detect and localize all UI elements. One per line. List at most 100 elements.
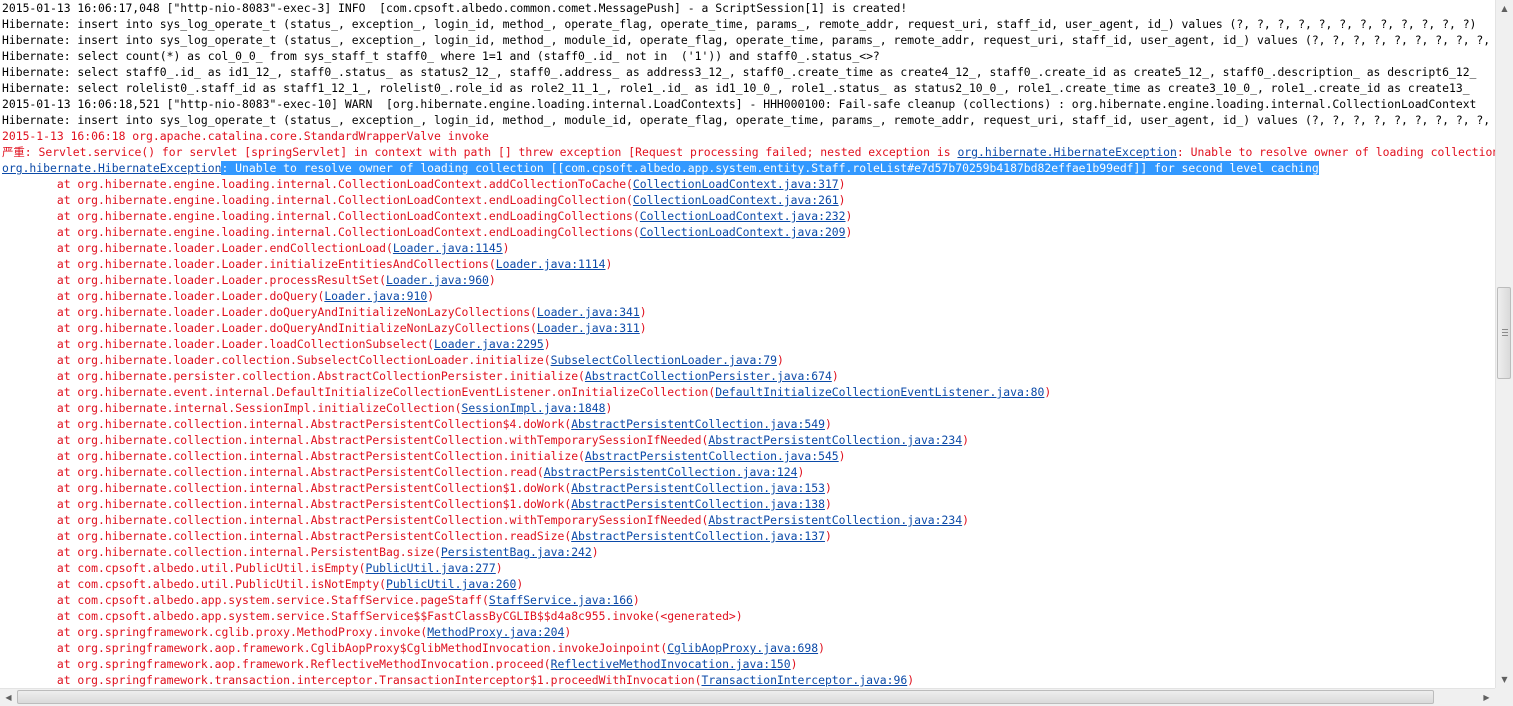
- source-link[interactable]: PublicUtil.java:260: [386, 577, 516, 591]
- log-text: ): [776, 353, 784, 367]
- source-link[interactable]: Loader.java:910: [324, 289, 427, 303]
- log-text: 严重: Servlet.service() for servlet [sprin…: [2, 145, 958, 159]
- log-text: ): [824, 481, 832, 495]
- log-text: ): [845, 209, 853, 223]
- source-link[interactable]: TransactionInterceptor.java:96: [702, 673, 908, 687]
- source-link[interactable]: AbstractPersistentCollection.java:234: [708, 513, 962, 527]
- log-text: at org.hibernate.loader.Loader.initializ…: [2, 257, 496, 271]
- source-link[interactable]: AbstractPersistentCollection.java:137: [571, 529, 825, 543]
- source-link[interactable]: DefaultInitializeCollectionEventListener…: [715, 385, 1044, 399]
- log-text: ): [639, 321, 647, 335]
- source-link[interactable]: AbstractPersistentCollection.java:124: [544, 465, 798, 479]
- log-text: ): [824, 497, 832, 511]
- source-link[interactable]: Loader.java:1145: [393, 241, 503, 255]
- log-text: ): [907, 673, 915, 687]
- log-line: 2015-1-13 16:06:18 org.apache.catalina.c…: [2, 128, 1495, 144]
- log-text: at org.hibernate.collection.internal.Abs…: [2, 465, 544, 479]
- stack-trace-line: at org.hibernate.loader.Loader.doQueryAn…: [2, 320, 1495, 336]
- log-line: 严重: Servlet.service() for servlet [sprin…: [2, 144, 1495, 160]
- log-text: at org.hibernate.collection.internal.Abs…: [2, 529, 572, 543]
- stack-trace-line: at com.cpsoft.albedo.util.PublicUtil.isE…: [2, 560, 1495, 576]
- log-text: at org.hibernate.engine.loading.internal…: [2, 209, 640, 223]
- console-output[interactable]: 2015-01-13 16:06:17,048 ["http-nio-8083"…: [0, 0, 1495, 688]
- source-link[interactable]: Loader.java:960: [386, 273, 489, 287]
- log-text: ): [838, 193, 846, 207]
- source-link[interactable]: AbstractPersistentCollection.java:153: [571, 481, 825, 495]
- log-text: at org.springframework.transaction.inter…: [2, 673, 702, 687]
- source-link[interactable]: AbstractPersistentCollection.java:234: [708, 433, 962, 447]
- arrow-right-icon[interactable]: ▶: [1478, 689, 1495, 706]
- source-link[interactable]: CollectionLoadContext.java:209: [640, 225, 846, 239]
- source-link[interactable]: SubselectCollectionLoader.java:79: [551, 353, 777, 367]
- source-link[interactable]: Loader.java:2295: [434, 337, 544, 351]
- source-link[interactable]: AbstractPersistentCollection.java:545: [585, 449, 839, 463]
- stack-trace-line: at org.hibernate.engine.loading.internal…: [2, 224, 1495, 240]
- log-text: : Unable to resolve owner of loading col…: [1176, 145, 1495, 159]
- stack-trace-line: at org.springframework.cglib.proxy.Metho…: [2, 624, 1495, 640]
- stack-trace-line: at org.hibernate.engine.loading.internal…: [2, 192, 1495, 208]
- log-text: ): [962, 513, 969, 527]
- log-text: ): [591, 545, 599, 559]
- source-link[interactable]: AbstractPersistentCollection.java:138: [571, 497, 825, 511]
- stack-trace-line: at com.cpsoft.albedo.app.system.service.…: [2, 592, 1495, 608]
- stack-trace-line: at org.hibernate.loader.Loader.processRe…: [2, 272, 1495, 288]
- log-text: ): [502, 241, 510, 255]
- arrow-left-icon[interactable]: ◀: [0, 689, 17, 706]
- scrollbar-corner: [1495, 688, 1513, 706]
- stack-trace-line: at com.cpsoft.albedo.app.system.service.…: [2, 608, 1495, 624]
- source-link[interactable]: Loader.java:311: [537, 321, 640, 335]
- log-text: at org.hibernate.collection.internal.Abs…: [2, 481, 572, 495]
- horizontal-scrollbar-thumb[interactable]: [17, 690, 1435, 704]
- log-text: ): [824, 417, 832, 431]
- log-text: ): [632, 593, 640, 607]
- log-text: ): [845, 225, 853, 239]
- stack-trace-line: at org.hibernate.loader.Loader.initializ…: [2, 256, 1495, 272]
- source-link[interactable]: org.hibernate.HibernateException: [2, 161, 221, 175]
- source-link[interactable]: CollectionLoadContext.java:261: [633, 193, 839, 207]
- vertical-scrollbar[interactable]: ▲ ▼: [1495, 0, 1513, 688]
- log-text: ): [831, 369, 839, 383]
- stack-trace-line: at org.hibernate.collection.internal.Abs…: [2, 448, 1495, 464]
- stack-trace-line: at org.hibernate.collection.internal.Abs…: [2, 480, 1495, 496]
- log-text: ): [818, 641, 825, 655]
- stack-trace-line: at org.hibernate.collection.internal.Abs…: [2, 464, 1495, 480]
- source-link[interactable]: ReflectiveMethodInvocation.java:150: [551, 657, 791, 671]
- arrow-up-icon[interactable]: ▲: [1496, 0, 1513, 17]
- arrow-down-icon[interactable]: ▼: [1496, 671, 1513, 688]
- horizontal-scrollbar[interactable]: ◀ ▶: [0, 688, 1495, 706]
- log-text: at org.hibernate.collection.internal.Abs…: [2, 513, 709, 527]
- source-link[interactable]: PersistentBag.java:242: [441, 545, 592, 559]
- log-text: ): [838, 177, 846, 191]
- source-link[interactable]: AbstractPersistentCollection.java:549: [571, 417, 825, 431]
- source-link[interactable]: org.hibernate.HibernateException: [957, 145, 1176, 159]
- stack-trace-line: at org.hibernate.loader.collection.Subse…: [2, 352, 1495, 368]
- log-text: ): [488, 273, 496, 287]
- source-link[interactable]: PublicUtil.java:277: [365, 561, 495, 575]
- log-text: Hibernate: insert into sys_log_operate_t…: [2, 113, 1495, 127]
- source-link[interactable]: CollectionLoadContext.java:317: [633, 177, 839, 191]
- log-text: Hibernate: select rolelist0_.staff_id as…: [2, 81, 1470, 95]
- log-text: at com.cpsoft.albedo.app.system.service.…: [2, 593, 489, 607]
- source-link[interactable]: SessionImpl.java:1848: [461, 401, 605, 415]
- stack-trace-line: at com.cpsoft.albedo.util.PublicUtil.isN…: [2, 576, 1495, 592]
- source-link[interactable]: MethodProxy.java:204: [427, 625, 564, 639]
- log-line: 2015-01-13 16:06:17,048 ["http-nio-8083"…: [2, 0, 1495, 16]
- log-text: ): [543, 337, 551, 351]
- log-text: ): [605, 401, 613, 415]
- vertical-scrollbar-thumb[interactable]: [1497, 286, 1511, 379]
- source-link[interactable]: CglibAopProxy.java:698: [667, 641, 818, 655]
- log-text: 2015-01-13 16:06:18,521 ["http-nio-8083"…: [2, 97, 1477, 111]
- log-text: ): [495, 561, 503, 575]
- log-text: at org.hibernate.loader.collection.Subse…: [2, 353, 551, 367]
- log-line: Hibernate: insert into sys_log_operate_t…: [2, 112, 1495, 128]
- stack-trace-line: at org.hibernate.collection.internal.Abs…: [2, 496, 1495, 512]
- source-link[interactable]: Loader.java:341: [537, 305, 640, 319]
- log-text: at org.hibernate.collection.internal.Abs…: [2, 449, 585, 463]
- log-text: at org.hibernate.collection.internal.Abs…: [2, 417, 572, 431]
- log-text: Hibernate: select count(*) as col_0_0_ f…: [2, 49, 880, 63]
- source-link[interactable]: StaffService.java:166: [489, 593, 633, 607]
- source-link[interactable]: Loader.java:1114: [496, 257, 606, 271]
- source-link[interactable]: AbstractCollectionPersister.java:674: [585, 369, 832, 383]
- log-line: Hibernate: select staff0_.id_ as id1_12_…: [2, 64, 1495, 80]
- source-link[interactable]: CollectionLoadContext.java:232: [640, 209, 846, 223]
